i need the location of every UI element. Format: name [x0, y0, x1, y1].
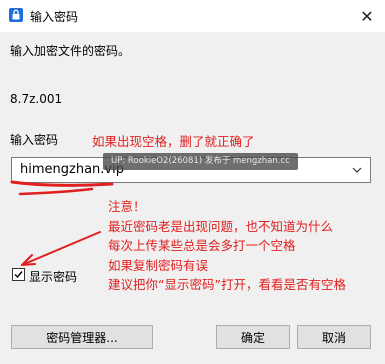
app-icon [9, 8, 23, 22]
watermark: UP: RookieO2(26081) 发布于 mengzhan.cc [103, 153, 298, 170]
annotation-note-block: 注意！ 最近密码老是出现问题，也不知道为什么 每次上传某些总是会多打一个空格 如… [108, 197, 346, 295]
annotation-line: 注意！ [108, 199, 146, 214]
close-button[interactable]: ✕ [349, 0, 385, 32]
show-password-label[interactable]: 显示密码 [29, 268, 77, 285]
chevron-down-icon[interactable] [350, 161, 364, 179]
password-manager-button[interactable]: 密码管理器... [11, 325, 153, 349]
annotation-arrow [21, 231, 101, 266]
show-password-checkbox[interactable] [12, 268, 25, 281]
checkmark-icon [14, 271, 23, 279]
close-icon: ✕ [360, 6, 374, 26]
annotation-underline [18, 187, 94, 196]
password-label: 输入密码 [10, 133, 59, 147]
annotation-line: 建议把你“显示密码”打开，看看是否有空格 [108, 277, 346, 292]
annotation-line: 最近密码老是出现问题，也不知道为什么 [108, 218, 334, 234]
annotation-arrowhead [21, 254, 36, 266]
title-bar: 输入密码 ✕ [0, 0, 385, 32]
window-title: 输入密码 [30, 10, 79, 24]
archive-filename: 8.7z.001 [10, 92, 63, 106]
annotation-line: 如果复制密码有误 [108, 257, 209, 273]
annotation-line: 每次上传某些总是会多打一个空格 [108, 238, 296, 253]
ok-button[interactable]: 确定 [216, 325, 290, 349]
dialog-prompt: 输入加密文件的密码。 [10, 44, 131, 58]
cancel-button[interactable]: 取消 [297, 325, 371, 349]
annotation-space-note: 如果出现空格，删了就正确了 [92, 134, 255, 149]
